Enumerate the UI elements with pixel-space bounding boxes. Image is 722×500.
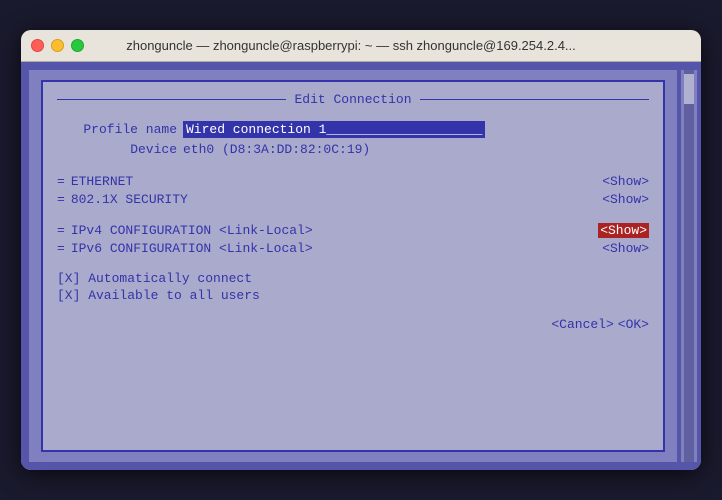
profile-name-label: Profile name [57,122,177,137]
edit-connection-dialog: Edit Connection Profile name Wired conne… [41,80,665,452]
ethernet-section-row: = ETHERNET <Show> [57,174,649,189]
profile-name-input[interactable]: Wired connection 1____________________ [183,121,485,138]
ipv6-section-row: = IPv6 CONFIGURATION <Link-Local> <Show> [57,241,649,256]
8021x-show-button[interactable]: <Show> [602,192,649,207]
8021x-icon: = [57,192,65,207]
ethernet-show-button[interactable]: <Show> [602,174,649,189]
available-users-checkbox[interactable]: [X] Available to all users [57,288,649,303]
ipv6-icon: = [57,241,65,256]
8021x-section-row: = 802.1X SECURITY <Show> [57,192,649,207]
auto-connect-checkbox[interactable]: [X] Automatically connect [57,271,649,286]
ipv6-label: IPv6 CONFIGURATION <Link-Local> [71,241,602,256]
dialog-title: Edit Connection [286,92,419,107]
title-line-left [57,99,286,100]
terminal-window: zhonguncle — zhonguncle@raspberrypi: ~ —… [21,30,701,470]
title-line-right [420,99,649,100]
cancel-button[interactable]: <Cancel> [551,317,613,332]
ipv4-label: IPv4 CONFIGURATION <Link-Local> [71,223,598,238]
window-title: zhonguncle — zhonguncle@raspberrypi: ~ —… [21,38,691,53]
scrollbar-track [684,70,694,462]
device-value: eth0 (D8:3A:DD:82:0C:19) [183,142,370,157]
profile-name-row: Profile name Wired connection 1_________… [57,121,649,138]
bottom-buttons: <Cancel> <OK> [57,317,649,332]
titlebar: zhonguncle — zhonguncle@raspberrypi: ~ —… [21,30,701,62]
ipv4-icon: = [57,223,65,238]
ipv6-show-button[interactable]: <Show> [602,241,649,256]
scrollbar-thumb[interactable] [684,74,694,104]
terminal-area: Edit Connection Profile name Wired conne… [21,62,701,470]
8021x-label: 802.1X SECURITY [71,192,602,207]
terminal-content: Edit Connection Profile name Wired conne… [29,70,677,462]
ipv4-show-button[interactable]: <Show> [598,223,649,238]
ethernet-icon: = [57,174,65,189]
device-label: Device [57,142,177,157]
ipv4-section-row: = IPv4 CONFIGURATION <Link-Local> <Show> [57,223,649,238]
scrollbar[interactable] [681,70,697,462]
device-row: Device eth0 (D8:3A:DD:82:0C:19) [57,142,649,157]
ok-button[interactable]: <OK> [618,317,649,332]
ethernet-label: ETHERNET [71,174,602,189]
dialog-titlebar: Edit Connection [57,92,649,107]
